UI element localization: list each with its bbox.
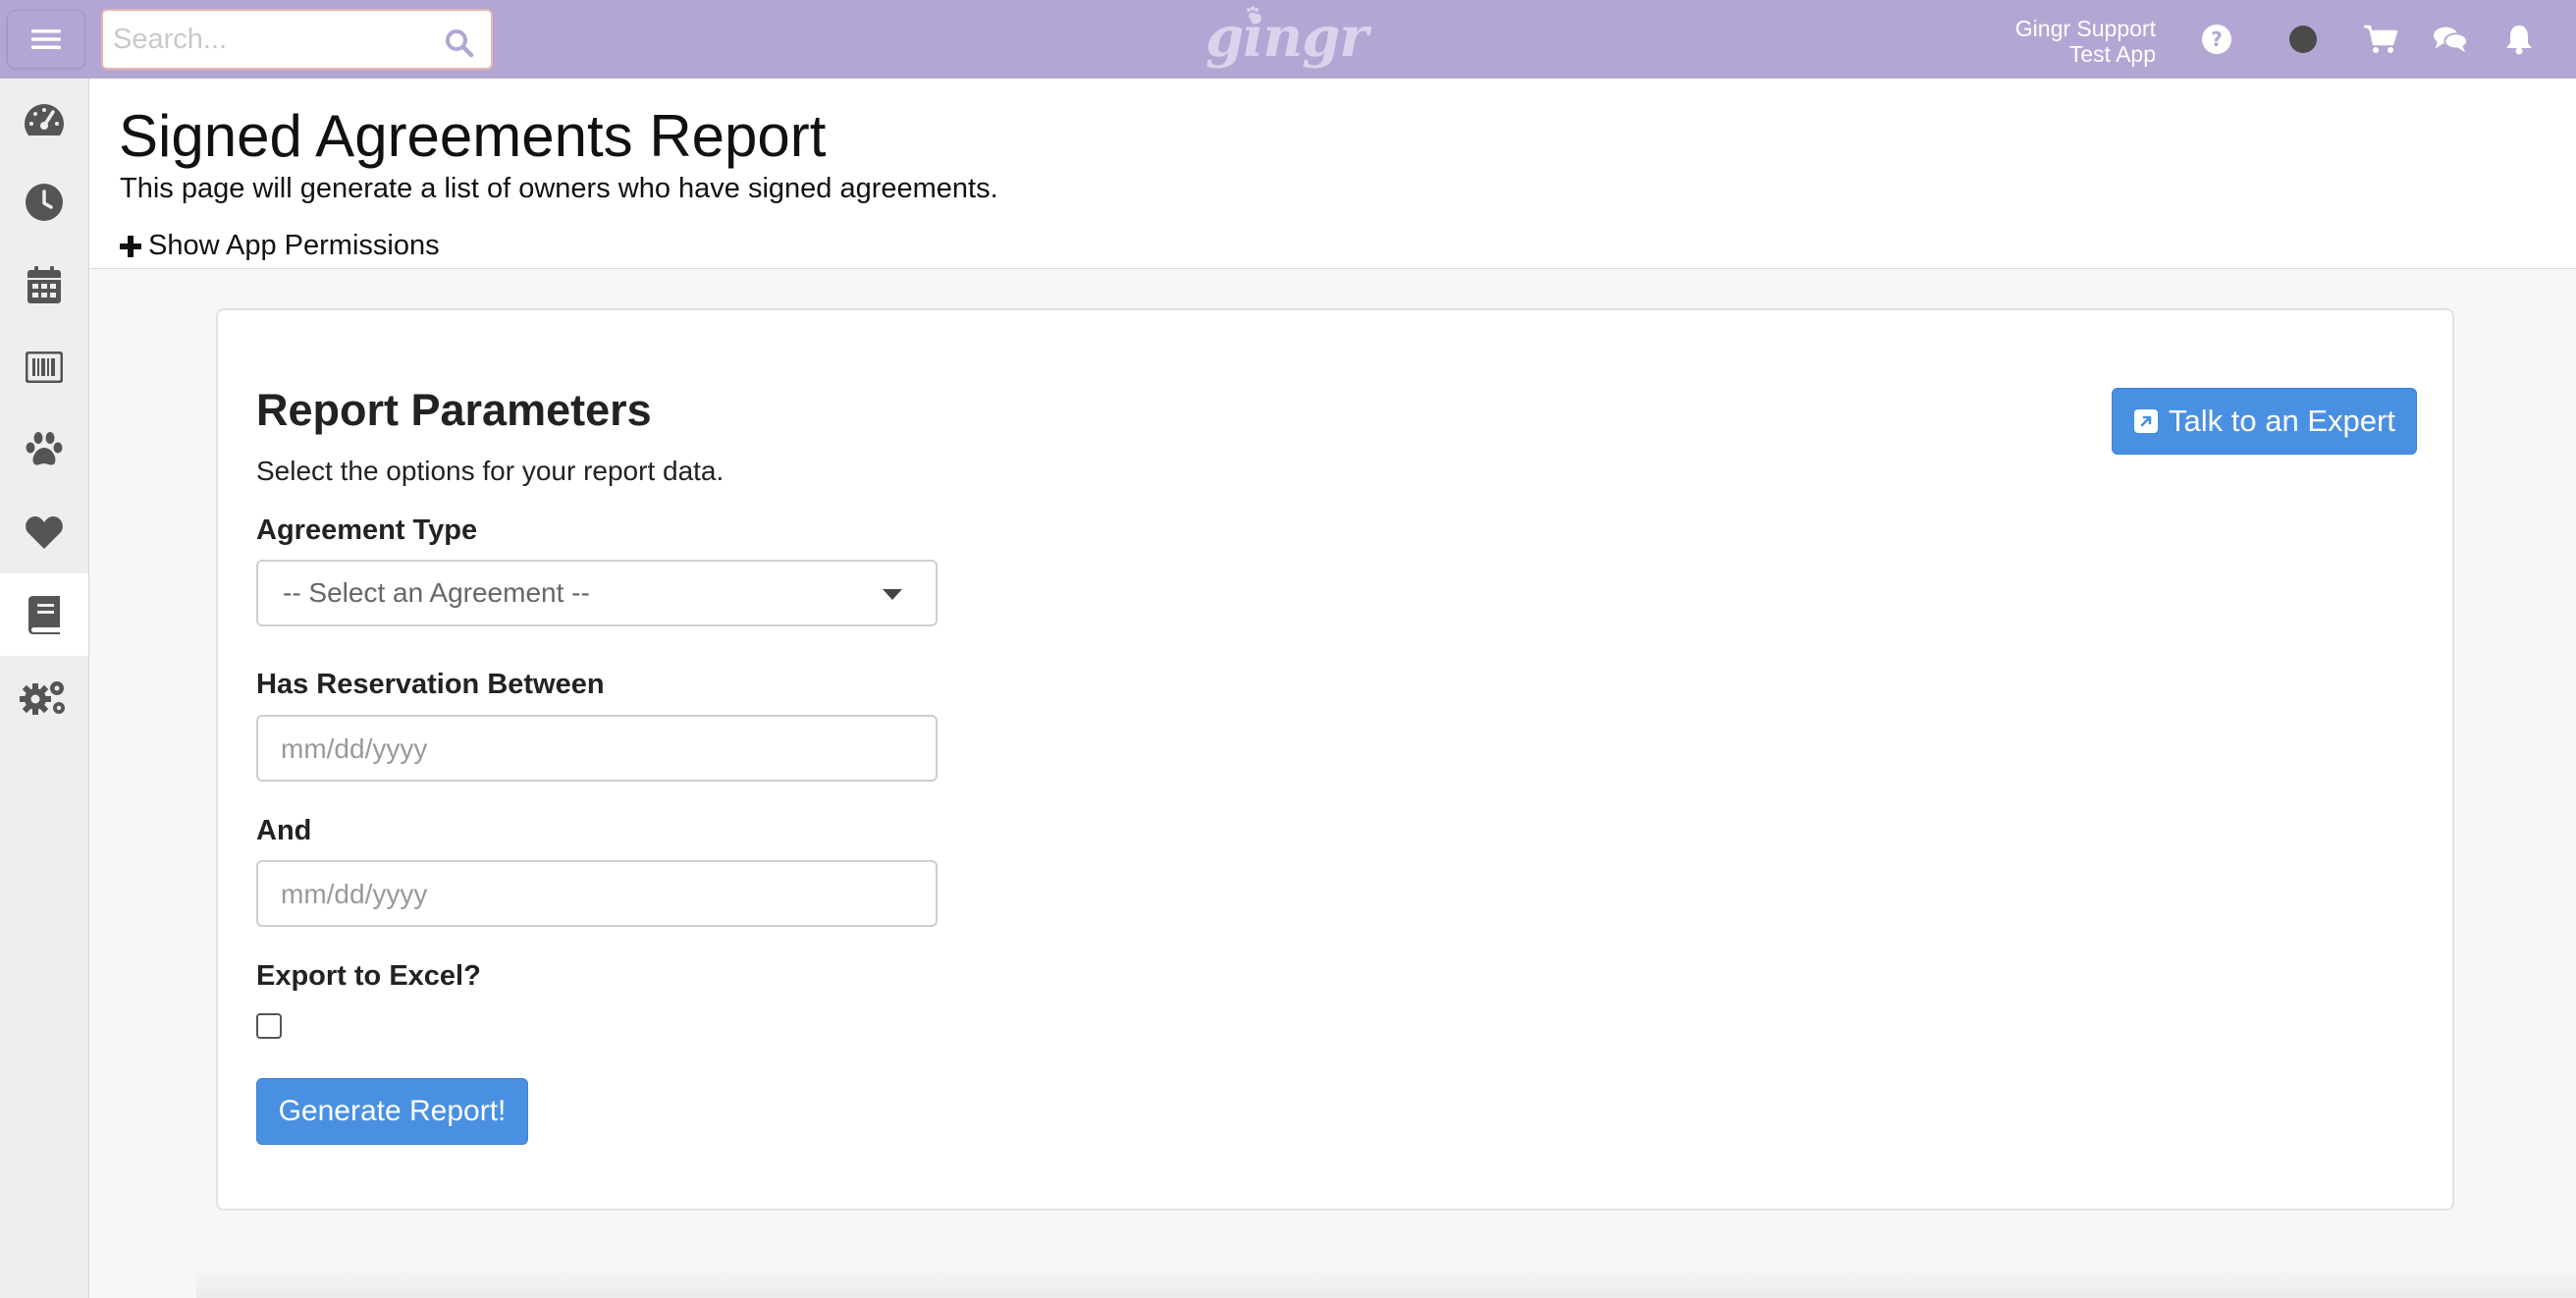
show-permissions-label: Show App Permissions (148, 230, 440, 261)
calendar-icon (27, 266, 61, 303)
and-label: And (256, 815, 312, 846)
search-input[interactable] (113, 19, 427, 60)
chat-button[interactable] (2433, 22, 2468, 57)
search-icon[interactable] (444, 27, 475, 59)
heart-icon (26, 516, 63, 549)
bottom-shadow (196, 1267, 2576, 1298)
logo-paw-icon (1247, 6, 1259, 20)
agreement-type-select[interactable]: -- Select an Agreement -- (256, 560, 938, 626)
page-title: Signed Agreements Report (119, 103, 827, 169)
generate-report-button[interactable]: Generate Report! (256, 1078, 528, 1145)
status-indicator[interactable] (2285, 22, 2321, 57)
talk-to-expert-button[interactable]: Talk to an Expert (2112, 388, 2417, 455)
card-subtitle: Select the options for your report data. (256, 456, 724, 486)
plus-icon (120, 235, 141, 257)
cart-icon (2364, 25, 2398, 53)
sidebar-item-scanner[interactable] (0, 326, 88, 408)
end-date-input[interactable] (281, 874, 909, 915)
start-date-field-wrapper (256, 715, 938, 782)
sidebar-item-settings[interactable] (0, 656, 88, 738)
cart-button[interactable] (2363, 22, 2398, 57)
sidebar-item-favorites[interactable] (0, 491, 88, 573)
sidebar-item-calendar[interactable] (0, 243, 88, 326)
app-name: Test App (2068, 41, 2156, 67)
page-header: Signed Agreements Report This page will … (89, 79, 2576, 269)
barcode-icon (26, 352, 63, 383)
dashboard-icon (25, 104, 64, 135)
paw-icon (26, 432, 63, 465)
chat-icon (2433, 27, 2468, 53)
menu-icon (31, 29, 61, 49)
export-excel-label: Export to Excel? (256, 960, 481, 992)
card-title: Report Parameters (256, 385, 652, 435)
bell-icon (2506, 26, 2532, 55)
external-link-icon (2134, 409, 2159, 433)
notifications-button[interactable] (2501, 22, 2537, 57)
help-icon: ? (2202, 25, 2231, 54)
end-date-field-wrapper (256, 860, 938, 927)
talk-to-expert-label: Talk to an Expert (2169, 404, 2395, 438)
gears-icon (20, 681, 65, 715)
sidebar-item-pets[interactable] (0, 408, 88, 491)
menu-button[interactable] (7, 10, 85, 69)
sidebar (0, 79, 89, 1298)
gingr-logo[interactable]: gingr (1206, 4, 1368, 71)
search-box (101, 9, 493, 70)
report-parameters-card: Report Parameters Select the options for… (216, 308, 2454, 1211)
top-bar: gingr Gingr Support Test App ? (0, 0, 2576, 79)
svg-text:?: ? (2211, 27, 2223, 51)
page-subtitle: This page will generate a list of owners… (120, 173, 998, 204)
agreement-type-value: -- Select an Agreement -- (283, 577, 590, 608)
help-button[interactable]: ? (2199, 22, 2234, 57)
status-dot-icon (2289, 26, 2317, 53)
export-excel-checkbox[interactable] (256, 1013, 282, 1039)
reservation-between-label: Has Reservation Between (256, 669, 605, 700)
clock-icon (26, 184, 63, 221)
caret-down-icon (883, 589, 902, 600)
show-permissions-toggle[interactable]: Show App Permissions (119, 230, 440, 262)
user-info[interactable]: Gingr Support Test App (2015, 16, 2156, 67)
start-date-input[interactable] (281, 729, 909, 770)
book-icon (28, 596, 60, 634)
sidebar-item-timeclock[interactable] (0, 161, 88, 243)
agreement-type-label: Agreement Type (256, 514, 478, 546)
user-name: Gingr Support (2014, 16, 2156, 41)
sidebar-item-dashboard[interactable] (0, 79, 88, 161)
sidebar-item-reports[interactable] (0, 573, 88, 656)
